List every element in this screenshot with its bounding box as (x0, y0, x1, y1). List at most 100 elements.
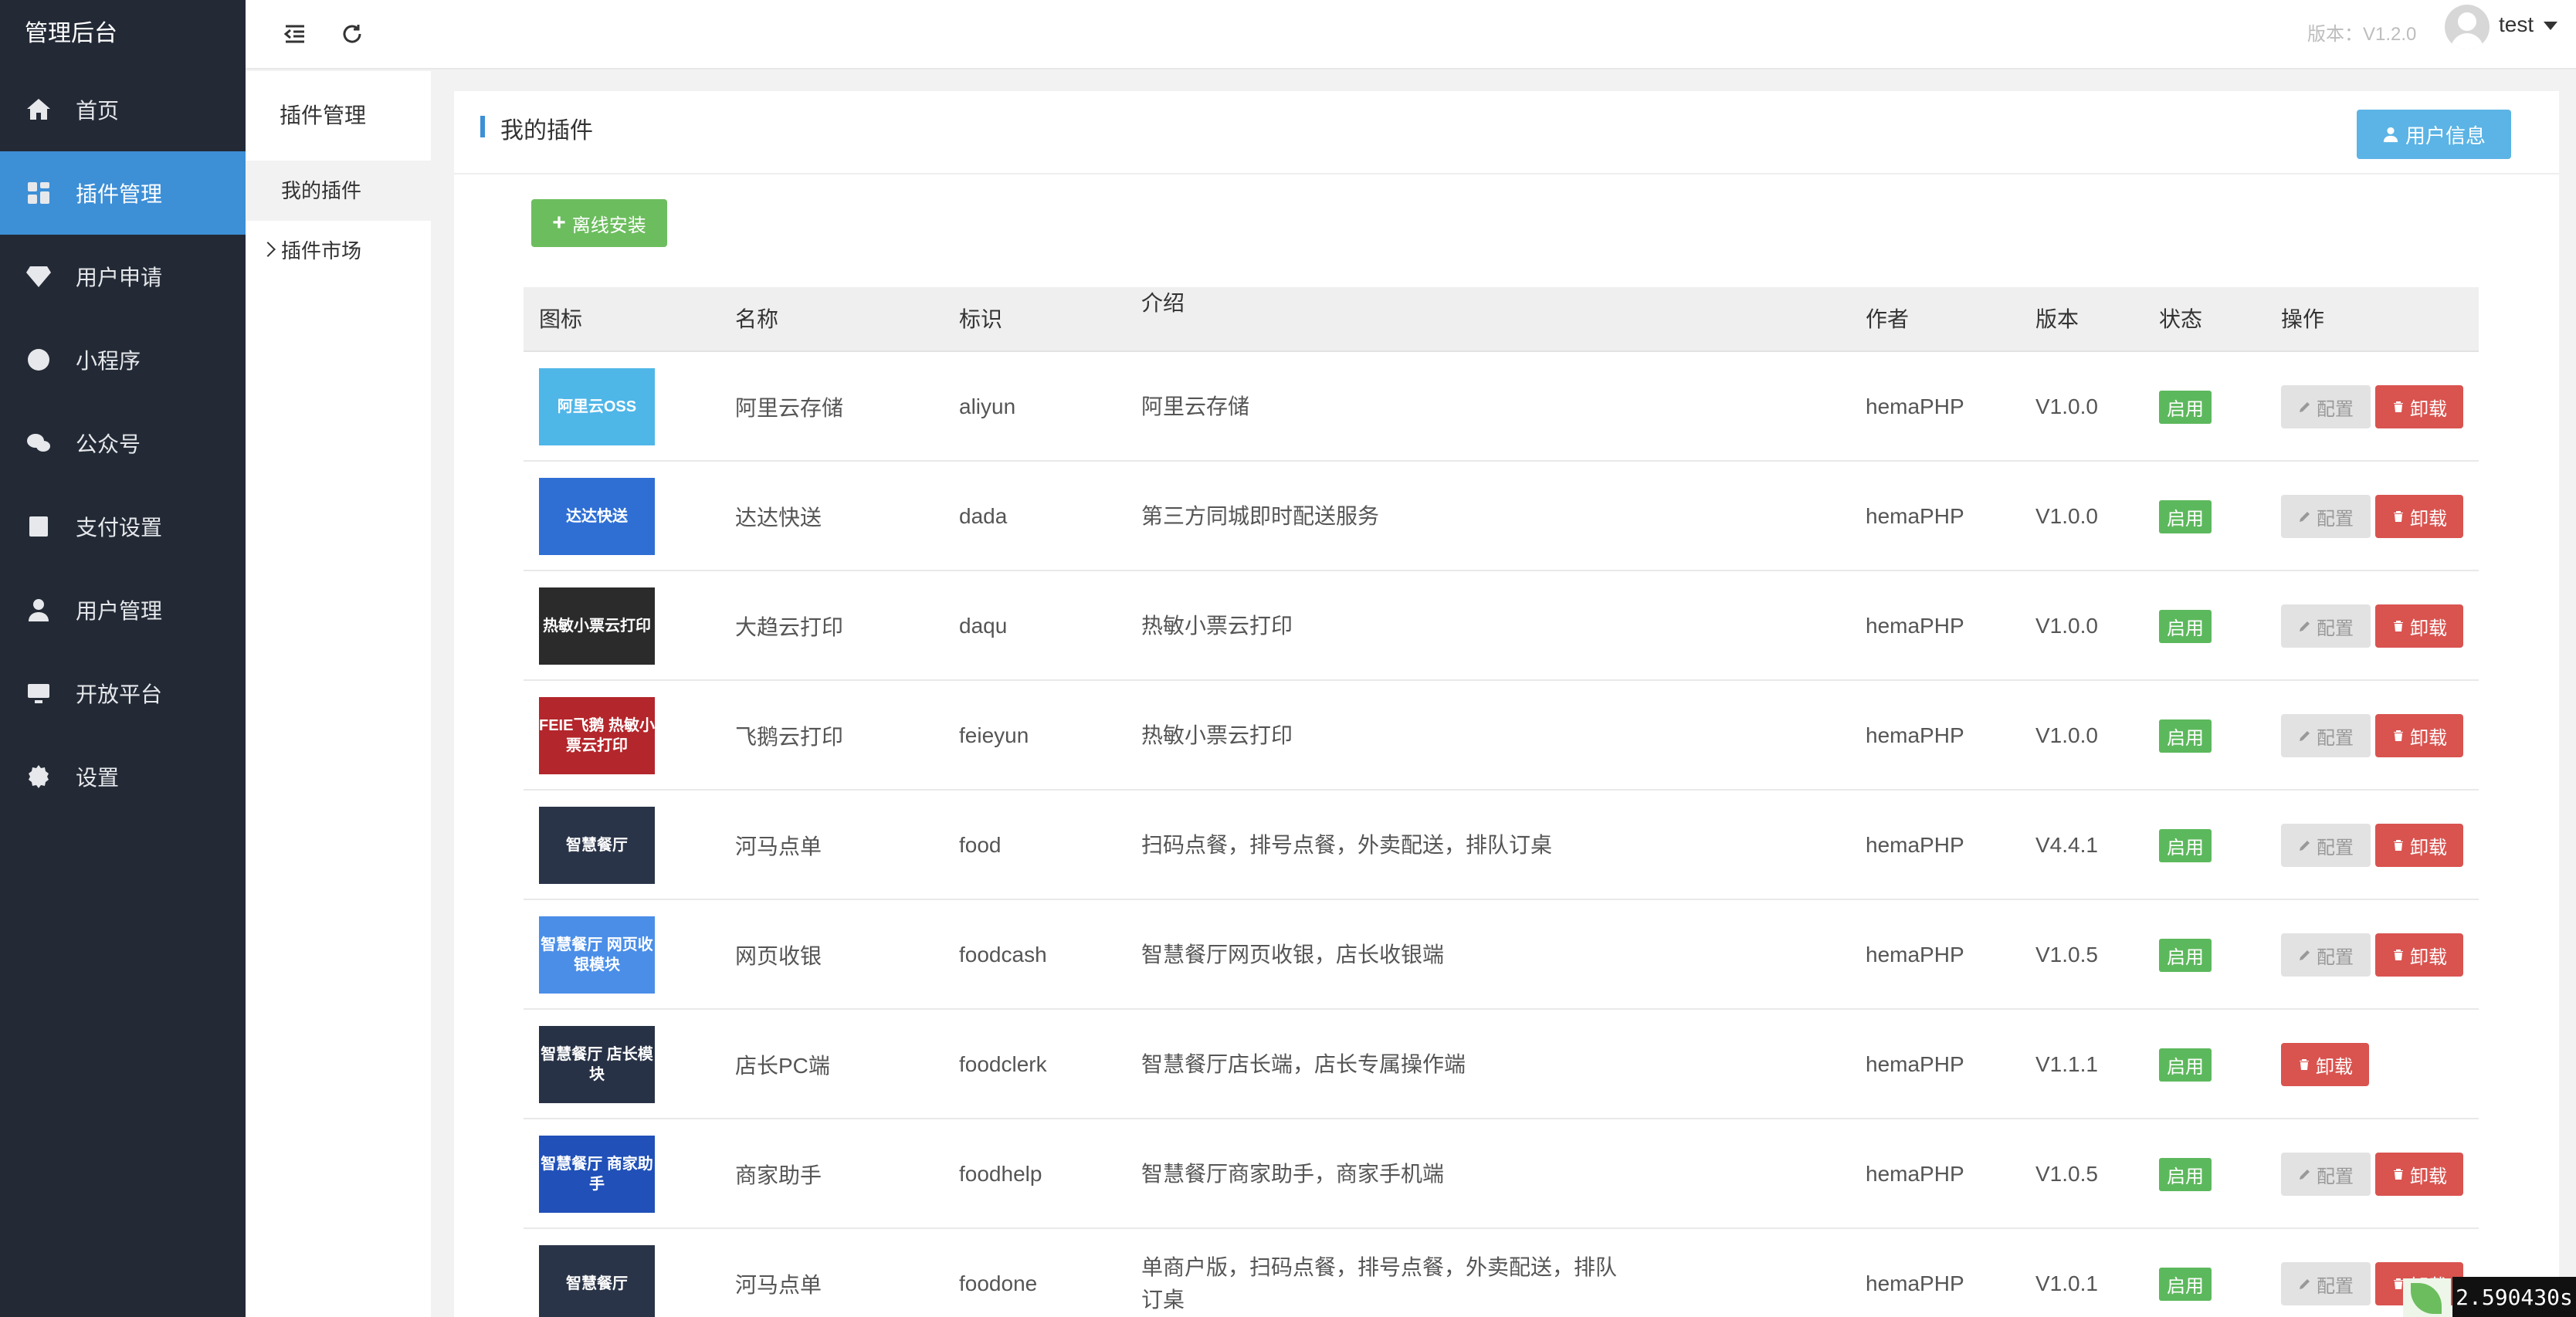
plugin-version: V4.4.1 (2035, 833, 2098, 857)
sidebar-item-8[interactable]: 设置 (0, 735, 246, 818)
sidebar-item-1[interactable]: 插件管理 (0, 151, 246, 235)
avatar[interactable] (2445, 5, 2490, 49)
status-cell: 启用 (2159, 681, 2212, 791)
pencil-icon (2300, 841, 2310, 851)
uninstall-label: 卸载 (2410, 618, 2447, 639)
offline-install-button[interactable]: + 离线安装 (531, 199, 667, 247)
uninstall-button[interactable]: 卸载 (2281, 1043, 2369, 1086)
plugin-logo: 热敏小票云打印 (539, 587, 655, 665)
plugin-description: 智慧餐厅商家助手，商家手机端 (1141, 1162, 1445, 1186)
sidebar-item-label: 用户管理 (76, 599, 163, 623)
uninstall-label: 卸载 (2410, 1166, 2447, 1187)
plugin-name: 河马点单 (735, 1273, 822, 1297)
sidebar-item-6[interactable]: 用户管理 (0, 568, 246, 652)
column-header-status: 状态 (2159, 307, 2203, 331)
config-button[interactable]: 配置 (2281, 824, 2371, 867)
uninstall-label: 卸载 (2316, 1056, 2353, 1078)
username-dropdown[interactable]: test (2499, 12, 2534, 37)
plugin-name: 飞鹅云打印 (735, 725, 844, 749)
plugin-description: 第三方同城即时配送服务 (1141, 504, 1380, 528)
uninstall-button[interactable]: 卸载 (2375, 1153, 2463, 1196)
uninstall-label: 卸载 (2410, 837, 2447, 858)
config-button[interactable]: 配置 (2281, 1153, 2371, 1196)
plugin-author: hemaPHP (1866, 394, 1964, 418)
trash-icon (2394, 401, 2403, 412)
plugin-description: 扫码点餐，排号点餐，外卖配送，排队订桌 (1141, 833, 1553, 857)
subnav-item-plugin-market[interactable]: 插件市场 (246, 221, 431, 281)
status-cell: 启用 (2159, 462, 2212, 571)
config-label: 配置 (2317, 508, 2354, 530)
status-badge: 启用 (2159, 609, 2212, 643)
plugin-icon-cell: 阿里云OSS (539, 352, 655, 462)
config-button[interactable]: 配置 (2281, 495, 2371, 538)
plugin-id: feieyun (959, 723, 1029, 747)
pencil-icon (2300, 402, 2310, 412)
subnav-item-label: 我的插件 (281, 179, 362, 202)
plugin-author: hemaPHP (1866, 614, 1964, 638)
status-badge: 启用 (2159, 1048, 2212, 1082)
caret-down-icon[interactable] (2544, 22, 2557, 30)
column-header-desc: 介绍 (1141, 291, 1185, 315)
trash-icon (2394, 511, 2403, 522)
config-button[interactable]: 配置 (2281, 385, 2371, 428)
config-button[interactable]: 配置 (2281, 1262, 2371, 1305)
plugin-icon-cell: 热敏小票云打印 (539, 571, 655, 681)
config-button[interactable]: 配置 (2281, 604, 2371, 648)
plugin-version: V1.1.1 (2035, 1052, 2098, 1076)
config-button[interactable]: 配置 (2281, 714, 2371, 757)
uninstall-button[interactable]: 卸载 (2375, 714, 2463, 757)
collapse-menu-icon[interactable] (275, 14, 315, 54)
refresh-icon[interactable] (332, 14, 372, 54)
page-title: 我的插件 (500, 118, 593, 144)
status-badge: 启用 (2159, 828, 2212, 862)
plugin-id: foodcash (959, 943, 1047, 967)
uninstall-label: 卸载 (2410, 508, 2447, 530)
subnav-item-label: 插件市场 (281, 239, 362, 262)
subnav-title: 插件管理 (280, 103, 367, 127)
actions-cell: 配置 卸载 (2281, 681, 2463, 791)
sidebar-item-4[interactable]: 公众号 (0, 401, 246, 485)
uninstall-button[interactable]: 卸载 (2375, 933, 2463, 977)
status-badge: 启用 (2159, 938, 2212, 972)
plugin-description: 智慧餐厅网页收银，店长收银端 (1141, 943, 1445, 967)
subnav-item-my-plugins[interactable]: 我的插件 (246, 161, 431, 221)
plugin-description: 智慧餐厅店长端，店长专属操作端 (1141, 1052, 1466, 1076)
actions-cell: 配置 卸载 (2281, 462, 2463, 571)
plugin-icon-cell: 智慧餐厅 (539, 1229, 655, 1317)
user-info-button[interactable]: 用户信息 (2357, 110, 2511, 159)
status-cell: 启用 (2159, 1119, 2212, 1229)
plugin-version: V1.0.1 (2035, 1271, 2098, 1295)
sidebar-item-7[interactable]: 开放平台 (0, 652, 246, 735)
table-row: 智慧餐厅 网页收银模块 网页收银 foodcash 智慧餐厅网页收银，店长收银端 hem… (524, 900, 2479, 1010)
plugin-id: foodone (959, 1271, 1038, 1295)
plugin-id: food (959, 833, 1002, 857)
plugin-icon-cell: 智慧餐厅 店长模块 (539, 1010, 655, 1119)
config-button[interactable]: 配置 (2281, 933, 2371, 977)
chevron-right-icon (260, 242, 276, 257)
sidebar-item-0[interactable]: 首页 (0, 68, 246, 151)
plugin-logo: 智慧餐厅 商家助手 (539, 1136, 655, 1213)
uninstall-label: 卸载 (2410, 727, 2447, 749)
sidebar-item-2[interactable]: 用户申请 (0, 235, 246, 318)
plugin-version: V1.0.0 (2035, 614, 2098, 638)
version-label: 版本：V1.2.0 (2307, 24, 2417, 45)
plugin-version: V1.0.5 (2035, 943, 2098, 967)
uninstall-button[interactable]: 卸载 (2375, 495, 2463, 538)
sidebar-item-3[interactable]: 小程序 (0, 318, 246, 401)
config-label: 配置 (2317, 1166, 2354, 1187)
plugin-version: V1.0.0 (2035, 394, 2098, 418)
pencil-icon (2300, 621, 2310, 631)
pencil-icon (2300, 731, 2310, 741)
plugin-id: daqu (959, 614, 1008, 638)
plugin-author: hemaPHP (1866, 504, 1964, 528)
plus-icon: + (552, 210, 566, 235)
uninstall-button[interactable]: 卸载 (2375, 385, 2463, 428)
plugin-author: hemaPHP (1866, 943, 1964, 967)
uninstall-button[interactable]: 卸载 (2375, 824, 2463, 867)
sidebar-item-label: 支付设置 (76, 516, 163, 540)
pencil-icon (2300, 512, 2310, 522)
uninstall-button[interactable]: 卸载 (2375, 604, 2463, 648)
sidebar-item-5[interactable]: 支付设置 (0, 485, 246, 568)
actions-cell: 配置 卸载 (2281, 791, 2463, 900)
plugin-description: 热敏小票云打印 (1141, 723, 1293, 747)
